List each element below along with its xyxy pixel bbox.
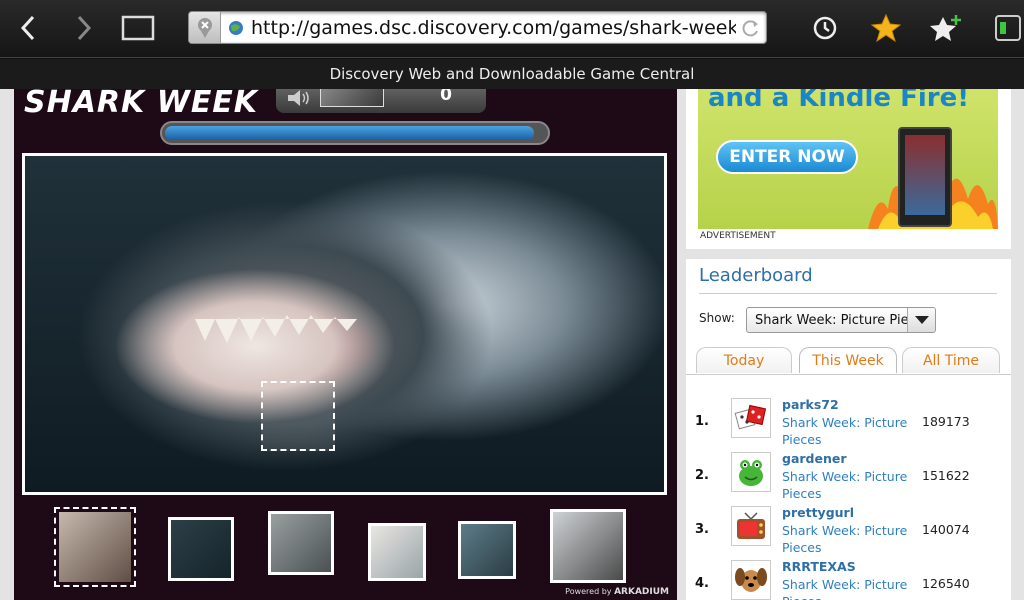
add-star-icon — [930, 15, 961, 41]
empty-piece-slot[interactable] — [261, 381, 335, 451]
score: 151622 — [922, 468, 970, 483]
leaderboard-row[interactable]: 1. parks72 Shark Week: Picture Pieces 18… — [686, 397, 1011, 452]
rank: 2. — [695, 468, 709, 483]
back-arrow-icon — [20, 15, 35, 41]
kindle-tablet-image — [898, 127, 952, 227]
leaderboard-panel: Leaderboard Show: Shark Week: Picture Pi… — [686, 259, 1011, 600]
game-link[interactable]: Shark Week: Picture Pieces — [782, 414, 912, 448]
score: 140074 — [922, 522, 970, 537]
tabs-icon — [121, 15, 155, 41]
puzzle-piece[interactable] — [550, 509, 626, 583]
piece-tray: Powered by ARKADIUM — [14, 505, 677, 600]
rank: 4. — [695, 576, 709, 591]
advertisement-label: ADVERTISEMENT — [700, 231, 776, 241]
powered-by-text: Powered by — [565, 587, 612, 596]
arkadium-logo: ARKADIUM — [614, 587, 669, 597]
leaderboard-tabs: Today This Week All Time — [696, 347, 1006, 373]
battery-icon — [995, 15, 1021, 41]
sidebar: and a Kindle Fire! ENTER NOW ADVERTISEME… — [686, 89, 1011, 600]
frog-icon[interactable] — [731, 452, 771, 492]
dice-icon[interactable] — [731, 398, 771, 438]
bookmarks-button[interactable] — [866, 9, 906, 47]
game-link[interactable]: Shark Week: Picture Pieces — [782, 468, 912, 502]
puzzle-piece[interactable] — [458, 521, 516, 579]
star-icon — [871, 13, 901, 43]
dropdown-arrow-icon[interactable] — [907, 308, 935, 332]
back-button[interactable] — [8, 9, 48, 47]
puzzle-piece[interactable] — [168, 517, 234, 581]
preview-thumbnail[interactable] — [320, 89, 384, 107]
ad-headline: and a Kindle Fire! — [708, 89, 970, 113]
add-bookmark-button[interactable] — [926, 9, 966, 47]
web-page: SHARK WEEK 0 Powered by ARKADIUM and a K… — [0, 89, 1024, 600]
username-link[interactable]: gardener — [782, 451, 847, 466]
speaker-icon — [288, 90, 309, 106]
sound-button[interactable] — [282, 89, 316, 109]
puzzle-board[interactable] — [22, 153, 667, 495]
progress-fill — [165, 126, 534, 140]
battery-indicator — [988, 9, 1024, 47]
browser-toolbar: http://games.dsc.discovery.com/games/sha… — [0, 0, 1024, 58]
game-select[interactable]: Shark Week: Picture Piec — [746, 307, 936, 333]
puzzle-piece-selected[interactable] — [54, 507, 136, 587]
shark-week-logo: SHARK WEEK — [24, 89, 259, 120]
game-area[interactable]: SHARK WEEK 0 Powered by ARKADIUM — [14, 89, 677, 600]
url-text[interactable]: http://games.dsc.discovery.com/games/sha… — [247, 17, 736, 39]
enter-now-button[interactable]: ENTER NOW — [716, 140, 858, 174]
show-label: Show: — [699, 311, 735, 325]
username-link[interactable]: RRRTEXAS — [782, 559, 856, 574]
kindle-ad-banner[interactable]: and a Kindle Fire! ENTER NOW — [698, 89, 998, 229]
tab-this-week[interactable]: This Week — [799, 347, 897, 373]
leaderboard-row[interactable]: 3. prettygurl Shark Week: Picture Pieces… — [686, 505, 1011, 560]
close-icon — [197, 17, 212, 38]
history-icon — [813, 16, 837, 40]
reload-icon[interactable] — [736, 18, 766, 38]
forward-arrow-icon — [77, 15, 92, 41]
tab-all-time[interactable]: All Time — [902, 347, 1000, 373]
leaderboard-row[interactable]: 2. gardener Shark Week: Picture Pieces 1… — [686, 451, 1011, 506]
username-link[interactable]: prettygurl — [782, 505, 854, 520]
tabs-button[interactable] — [118, 9, 158, 47]
dog-icon[interactable] — [731, 560, 771, 600]
tv-icon[interactable] — [731, 506, 771, 546]
page-scrollbar[interactable] — [1011, 89, 1024, 600]
puzzle-piece[interactable] — [368, 523, 426, 581]
rank: 1. — [695, 414, 709, 429]
game-link[interactable]: Shark Week: Picture Pieces — [782, 576, 912, 600]
username-link[interactable]: parks72 — [782, 397, 839, 412]
time-progress-bar — [160, 121, 550, 145]
powered-by-arkadium: Powered by ARKADIUM — [565, 587, 669, 597]
forward-button[interactable] — [64, 9, 104, 47]
stop-loading-button[interactable] — [189, 12, 221, 43]
score-value: 0 — [440, 89, 452, 105]
score: 126540 — [922, 576, 970, 591]
globe-icon — [225, 20, 247, 36]
advertisement[interactable]: and a Kindle Fire! ENTER NOW ADVERTISEME… — [686, 89, 1011, 249]
rank: 3. — [695, 522, 709, 537]
url-bar[interactable]: http://games.dsc.discovery.com/games/sha… — [188, 11, 767, 44]
leaderboard-title: Leaderboard — [699, 265, 813, 286]
leaderboard-row[interactable]: 4. RRRTEXAS Shark Week: Picture Pieces 1… — [686, 559, 1011, 600]
page-title: Discovery Web and Downloadable Game Cent… — [0, 59, 1024, 89]
puzzle-piece[interactable] — [268, 511, 334, 575]
game-select-value: Shark Week: Picture Piec — [755, 312, 916, 328]
game-link[interactable]: Shark Week: Picture Pieces — [782, 522, 912, 556]
score: 189173 — [922, 414, 970, 429]
tab-today[interactable]: Today — [696, 347, 792, 373]
history-button[interactable] — [805, 9, 845, 47]
game-hud: 0 — [276, 89, 486, 113]
shark-teeth-image — [195, 315, 357, 343]
